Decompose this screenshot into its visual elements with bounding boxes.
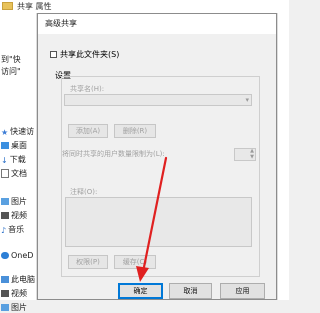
remove-button[interactable]: 删除(R)	[114, 124, 156, 138]
document-icon	[1, 168, 9, 178]
nav-item-documents[interactable]: 文档	[1, 167, 27, 179]
nav-item-onedrive[interactable]: OneD	[1, 249, 33, 261]
computer-icon	[1, 275, 9, 283]
dialog-title: 高级共享	[45, 19, 77, 28]
user-limit-label: 将同时共享的用户数量限制为(L):	[62, 150, 165, 158]
comment-label: 注释(O):	[70, 188, 98, 196]
picture-icon	[1, 197, 9, 205]
explorer-right-edge	[277, 13, 289, 300]
desktop-icon	[1, 141, 9, 149]
nav-item-videos-pc[interactable]: 视频	[1, 287, 27, 299]
advanced-sharing-dialog: 高级共享 共享此文件夹(S) 设置 共享名(H): ▾ 添加(A) 删除(R) …	[37, 13, 277, 300]
folder-icon	[2, 2, 13, 10]
pin-hint-text: 到"快	[1, 54, 21, 64]
permissions-button[interactable]: 权限(P)	[68, 255, 108, 269]
share-folder-checkbox[interactable]	[50, 51, 57, 58]
background-window-title: 共享 属性	[17, 2, 52, 11]
nav-item-videos[interactable]: 视频	[1, 209, 27, 221]
music-icon: ♪	[1, 225, 7, 235]
nav-item-desktop[interactable]: 桌面	[1, 139, 27, 151]
chevron-down-icon: ▾	[245, 96, 249, 104]
nav-item-downloads[interactable]: ↓ 下载	[1, 153, 26, 165]
download-icon: ↓	[1, 155, 8, 165]
cancel-button[interactable]: 取消	[169, 283, 212, 299]
pin-hint-text: 访问"	[1, 66, 21, 76]
caching-button[interactable]: 缓存(C)	[114, 255, 156, 269]
ok-button[interactable]: 确定	[118, 283, 163, 299]
explorer-nav-pane: 到"快 访问" ★ 快速访 桌面 ↓ 下载 文档 图片 视频 ♪ 音乐 OneD 此电…	[0, 13, 37, 312]
nav-item-quick-access[interactable]: ★ 快速访	[1, 125, 34, 137]
share-name-dropdown[interactable]: ▾	[64, 94, 252, 106]
video-icon	[1, 211, 9, 219]
spin-down-icon[interactable]: ▼	[250, 155, 254, 160]
apply-button[interactable]: 应用	[220, 283, 265, 299]
share-folder-label[interactable]: 共享此文件夹(S)	[60, 49, 119, 60]
picture-icon	[1, 303, 9, 311]
user-limit-spinner[interactable]: ▲ ▼	[234, 148, 256, 161]
nav-item-pictures-pc[interactable]: 图片	[1, 301, 27, 313]
add-button[interactable]: 添加(A)	[68, 124, 108, 138]
nav-item-this-pc[interactable]: 此电脑	[1, 273, 35, 285]
nav-item-music[interactable]: ♪ 音乐	[1, 223, 24, 235]
nav-item-pictures[interactable]: 图片	[1, 195, 27, 207]
video-icon	[1, 289, 9, 297]
cloud-icon	[1, 251, 9, 259]
star-icon: ★	[1, 127, 9, 137]
share-name-label: 共享名(H):	[70, 85, 105, 93]
comment-textarea[interactable]	[65, 197, 252, 247]
